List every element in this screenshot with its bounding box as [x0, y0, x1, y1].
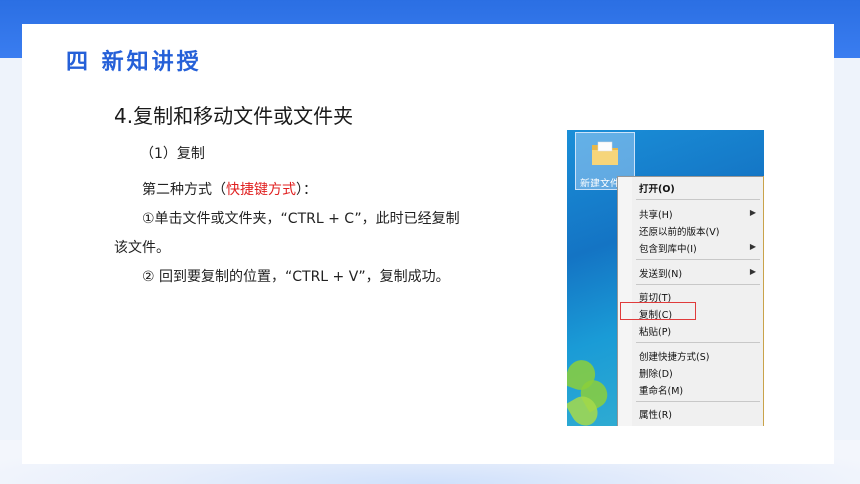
folder-icon	[592, 141, 618, 165]
menu-item-send-to[interactable]: 发送到(N)	[639, 266, 682, 280]
menu-item-properties[interactable]: 属性(R)	[639, 407, 672, 421]
submenu-arrow-icon: ▶	[749, 208, 756, 217]
submenu-arrow-icon: ▶	[749, 242, 756, 251]
lesson-heading: 4.复制和移动文件或文件夹	[114, 104, 354, 128]
submenu-arrow-icon: ▶	[749, 267, 756, 276]
menu-item-rename[interactable]: 重命名(M)	[639, 383, 683, 397]
subheading: （1）复制	[140, 146, 205, 162]
menu-separator	[636, 342, 760, 343]
section-title: 四 新知讲授	[66, 50, 202, 75]
menu-item-delete[interactable]: 删除(D)	[639, 366, 673, 380]
menu-separator	[636, 401, 760, 402]
context-menu: 打开(O) 共享(H) ▶ 还原以前的版本(V) 包含到库中(I) ▶ 发送到(…	[617, 176, 764, 426]
menu-item-create-shortcut[interactable]: 创建快捷方式(S)	[639, 349, 709, 363]
menu-separator	[636, 284, 760, 285]
step2-line: ② 回到要复制的位置，“CTRL + V”，复制成功。	[142, 269, 450, 285]
method-line: 第二种方式（快捷键方式）：	[142, 179, 317, 199]
context-menu-screenshot: 新建文件夹 打开(O) 共享(H) ▶ 还原以前的版本(V) 包含到库中(I) …	[567, 130, 764, 426]
method-suffix: ）：	[296, 182, 317, 198]
copy-highlight-box	[620, 302, 696, 320]
menu-item-restore[interactable]: 还原以前的版本(V)	[639, 224, 719, 238]
menu-item-share[interactable]: 共享(H)	[639, 207, 673, 221]
menu-edge	[763, 176, 764, 426]
menu-item-include[interactable]: 包含到库中(I)	[639, 241, 697, 255]
menu-separator	[636, 199, 760, 200]
menu-separator	[636, 259, 760, 260]
method-highlight: 快捷键方式	[226, 182, 296, 198]
menu-item-paste[interactable]: 粘贴(P)	[639, 324, 671, 338]
method-prefix: 第二种方式（	[142, 182, 226, 198]
step1-line2: 该文件。	[114, 240, 170, 256]
menu-item-open[interactable]: 打开(O)	[639, 181, 675, 195]
step1-line1: ①单击文件或文件夹，“CTRL + C”，此时已经复制	[142, 211, 460, 227]
